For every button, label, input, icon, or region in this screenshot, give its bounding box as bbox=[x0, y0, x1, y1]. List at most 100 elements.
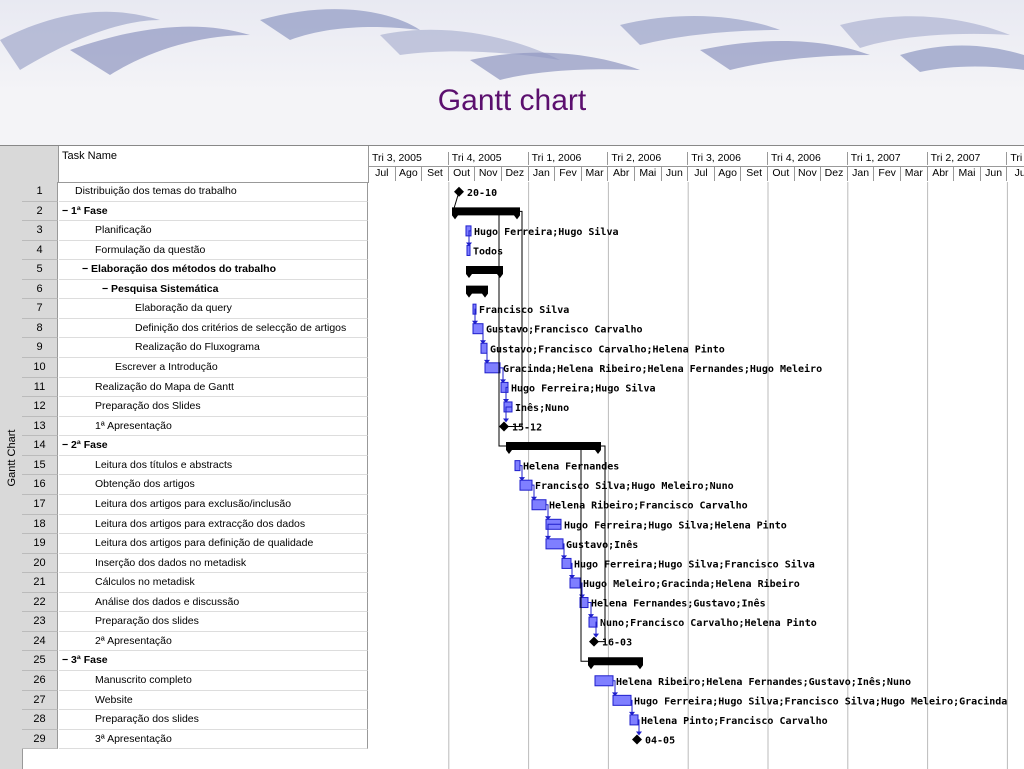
task-name-header[interactable]: Task Name bbox=[62, 150, 117, 162]
row-id[interactable]: 1 bbox=[22, 182, 58, 202]
task-bar[interactable] bbox=[612, 694, 632, 706]
row-id[interactable]: 29 bbox=[22, 729, 58, 750]
milestone-marker[interactable] bbox=[454, 186, 464, 197]
task-name[interactable]: Website bbox=[59, 690, 368, 711]
table-row[interactable]: 2− 1ª Fase bbox=[22, 201, 368, 222]
row-id[interactable]: 14 bbox=[22, 436, 58, 456]
task-bar[interactable] bbox=[629, 714, 639, 726]
table-row[interactable]: 16 Obtenção dos artigos bbox=[22, 475, 368, 495]
row-id[interactable]: 23 bbox=[22, 612, 58, 632]
task-name[interactable]: Preparação dos Slides bbox=[59, 397, 368, 417]
table-row[interactable]: 27 Website bbox=[22, 690, 368, 711]
table-row[interactable]: 28 Preparação dos slides bbox=[22, 710, 368, 730]
task-name[interactable]: Realização do Fluxograma bbox=[59, 338, 368, 359]
task-name[interactable]: − Pesquisa Sistemática bbox=[59, 279, 368, 300]
table-row[interactable]: 3 Planificação bbox=[22, 221, 368, 241]
table-row[interactable]: 23 Preparação dos slides bbox=[22, 612, 368, 632]
task-name[interactable]: Inserção dos dados no metadisk bbox=[59, 553, 368, 574]
task-name[interactable]: Obtenção dos artigos bbox=[59, 475, 368, 495]
task-name[interactable]: Leitura dos títulos e abstracts bbox=[59, 455, 368, 476]
task-bar[interactable] bbox=[466, 244, 471, 256]
table-row[interactable]: 18 Leitura dos artigos para extracção dos… bbox=[22, 514, 368, 535]
row-id[interactable]: 27 bbox=[22, 690, 58, 711]
row-id[interactable]: 24 bbox=[22, 631, 58, 652]
task-name[interactable]: − 2ª Fase bbox=[59, 436, 368, 456]
table-row[interactable]: 25− 3ª Fase bbox=[22, 651, 368, 671]
id-column-header[interactable] bbox=[22, 146, 59, 182]
row-id[interactable]: 21 bbox=[22, 573, 58, 593]
table-row[interactable]: 26 Manuscrito completo bbox=[22, 671, 368, 691]
row-id[interactable]: 11 bbox=[22, 377, 58, 398]
table-row[interactable]: 10 Escrever a Introdução bbox=[22, 358, 368, 378]
task-name[interactable]: Distribuição dos temas do trabalho bbox=[59, 182, 368, 202]
row-id[interactable]: 22 bbox=[22, 592, 58, 613]
table-row[interactable]: 8 Definição dos critérios de selecção de … bbox=[22, 318, 368, 339]
row-id[interactable]: 19 bbox=[22, 534, 58, 554]
summary-bar[interactable] bbox=[466, 266, 503, 279]
row-id[interactable]: 8 bbox=[22, 318, 58, 339]
table-row[interactable]: 1 Distribuição dos temas do trabalho bbox=[22, 182, 368, 202]
task-bar[interactable] bbox=[569, 577, 581, 589]
gantt-chart-area[interactable]: 20-10Hugo Ferreira;Hugo SilvaTodosFranci… bbox=[369, 182, 1024, 769]
summary-bar[interactable] bbox=[452, 207, 520, 220]
task-name[interactable]: Escrever a Introdução bbox=[59, 358, 368, 378]
row-id[interactable]: 12 bbox=[22, 397, 58, 417]
row-id[interactable]: 13 bbox=[22, 416, 58, 437]
table-row[interactable]: 15 Leitura dos títulos e abstracts bbox=[22, 455, 368, 476]
task-name[interactable]: Elaboração da query bbox=[59, 299, 368, 319]
row-id[interactable]: 5 bbox=[22, 260, 58, 280]
task-bar[interactable] bbox=[480, 342, 488, 354]
row-id[interactable]: 10 bbox=[22, 358, 58, 378]
task-name[interactable]: Preparação dos slides bbox=[59, 612, 368, 632]
task-name[interactable]: Formulação da questão bbox=[59, 240, 368, 261]
row-id[interactable]: 15 bbox=[22, 455, 58, 476]
table-row[interactable]: 21 Cálculos no metadisk bbox=[22, 573, 368, 593]
row-id[interactable]: 16 bbox=[22, 475, 58, 495]
task-name[interactable]: Leitura dos artigos para definição de qu… bbox=[59, 534, 368, 554]
task-name[interactable]: − 1ª Fase bbox=[59, 201, 368, 222]
summary-bar[interactable] bbox=[506, 442, 601, 455]
row-id[interactable]: 4 bbox=[22, 240, 58, 261]
row-id[interactable]: 25 bbox=[22, 651, 58, 671]
task-name[interactable]: Realização do Mapa de Gantt bbox=[59, 377, 368, 398]
table-row[interactable]: 13 1ª Apresentação bbox=[22, 416, 368, 437]
table-row[interactable]: 9 Realização do Fluxograma bbox=[22, 338, 368, 359]
row-id[interactable]: 17 bbox=[22, 494, 58, 515]
table-row[interactable]: 29 3ª Apresentação bbox=[22, 729, 368, 750]
milestone-marker[interactable] bbox=[632, 734, 642, 745]
table-row[interactable]: 20 Inserção dos dados no metadisk bbox=[22, 553, 368, 574]
task-name[interactable]: Manuscrito completo bbox=[59, 671, 368, 691]
task-bar[interactable] bbox=[472, 323, 484, 335]
task-name[interactable]: Leitura dos artigos para extracção dos d… bbox=[59, 514, 368, 535]
task-name[interactable]: − 3ª Fase bbox=[59, 651, 368, 671]
table-row[interactable]: 17 Leitura dos artigos para exclusão/incl… bbox=[22, 494, 368, 515]
table-row[interactable]: 19 Leitura dos artigos para definição de … bbox=[22, 534, 368, 554]
task-bar[interactable] bbox=[561, 557, 572, 569]
row-id[interactable]: 3 bbox=[22, 221, 58, 241]
task-bar[interactable] bbox=[484, 362, 501, 374]
table-row[interactable]: 5− Elaboração dos métodos do trabalho bbox=[22, 260, 368, 280]
table-row[interactable]: 12 Preparação dos Slides bbox=[22, 397, 368, 417]
row-id[interactable]: 18 bbox=[22, 514, 58, 535]
task-name[interactable]: Planificação bbox=[59, 221, 368, 241]
task-bar[interactable] bbox=[514, 460, 521, 472]
task-bar[interactable] bbox=[545, 538, 564, 550]
row-id[interactable]: 28 bbox=[22, 710, 58, 730]
task-bar[interactable] bbox=[594, 675, 614, 687]
task-name[interactable]: 2ª Apresentação bbox=[59, 631, 368, 652]
table-row[interactable]: 6− Pesquisa Sistemática bbox=[22, 279, 368, 300]
row-id[interactable]: 7 bbox=[22, 299, 58, 319]
table-row[interactable]: 24 2ª Apresentação bbox=[22, 631, 368, 652]
task-name[interactable]: 3ª Apresentação bbox=[59, 729, 368, 750]
task-name[interactable]: Definição dos critérios de selecção de a… bbox=[59, 318, 368, 339]
row-id[interactable]: 2 bbox=[22, 201, 58, 222]
row-id[interactable]: 26 bbox=[22, 671, 58, 691]
task-bar[interactable] bbox=[531, 499, 547, 511]
table-row[interactable]: 14− 2ª Fase bbox=[22, 436, 368, 456]
summary-bar[interactable] bbox=[588, 657, 643, 670]
table-row[interactable]: 22 Análise dos dados e discussão bbox=[22, 592, 368, 613]
row-id[interactable]: 20 bbox=[22, 553, 58, 574]
gantt-view[interactable]: Gantt Chart Task Name 1 Distribuição dos … bbox=[0, 145, 1024, 769]
table-row[interactable]: 11 Realização do Mapa de Gantt bbox=[22, 377, 368, 398]
view-bar[interactable]: Gantt Chart bbox=[0, 146, 23, 769]
